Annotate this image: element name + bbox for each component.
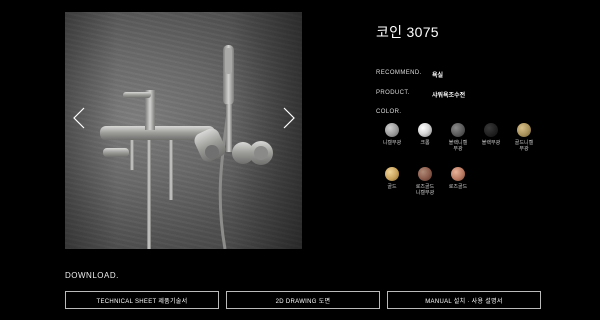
color-swatch[interactable]: 골드니켈 무광 — [504, 123, 544, 152]
technical-sheet-button[interactable]: TECHNICAL SHEET 제품기술서 — [65, 291, 219, 309]
manual-button[interactable]: MANUAL 설치 · 사용 설명서 — [387, 291, 541, 309]
swatch-dot — [418, 167, 432, 181]
swatch-dot — [484, 123, 498, 137]
product-type-label: PRODUCT. — [376, 90, 410, 96]
recommend-value: 욕실 — [432, 73, 444, 79]
swatch-name: 로즈골드 — [448, 184, 468, 190]
swatch-dot — [451, 123, 465, 137]
swatch-dot — [418, 123, 432, 137]
product-title: 코인 3075 — [376, 24, 439, 40]
chevron-right-icon[interactable] — [280, 106, 298, 130]
recommend-label: RECOMMEND. — [376, 70, 422, 76]
swatch-dot — [451, 167, 465, 181]
chevron-left-icon[interactable] — [70, 106, 88, 130]
2d-drawing-button[interactable]: 2D DRAWING 도면 — [226, 291, 380, 309]
swatch-dot — [385, 167, 399, 181]
faucet-illustration — [100, 45, 273, 249]
download-heading: DOWNLOAD. — [65, 271, 119, 280]
swatch-dot — [517, 123, 531, 137]
swatch-dot — [385, 123, 399, 137]
product-image — [65, 12, 302, 249]
color-label: COLOR. — [376, 109, 402, 115]
product-type-value: 샤워욕조수전 — [432, 93, 466, 99]
color-swatch[interactable]: 로즈골드 — [438, 167, 478, 190]
swatch-name: 골드니켈 무광 — [514, 140, 534, 152]
